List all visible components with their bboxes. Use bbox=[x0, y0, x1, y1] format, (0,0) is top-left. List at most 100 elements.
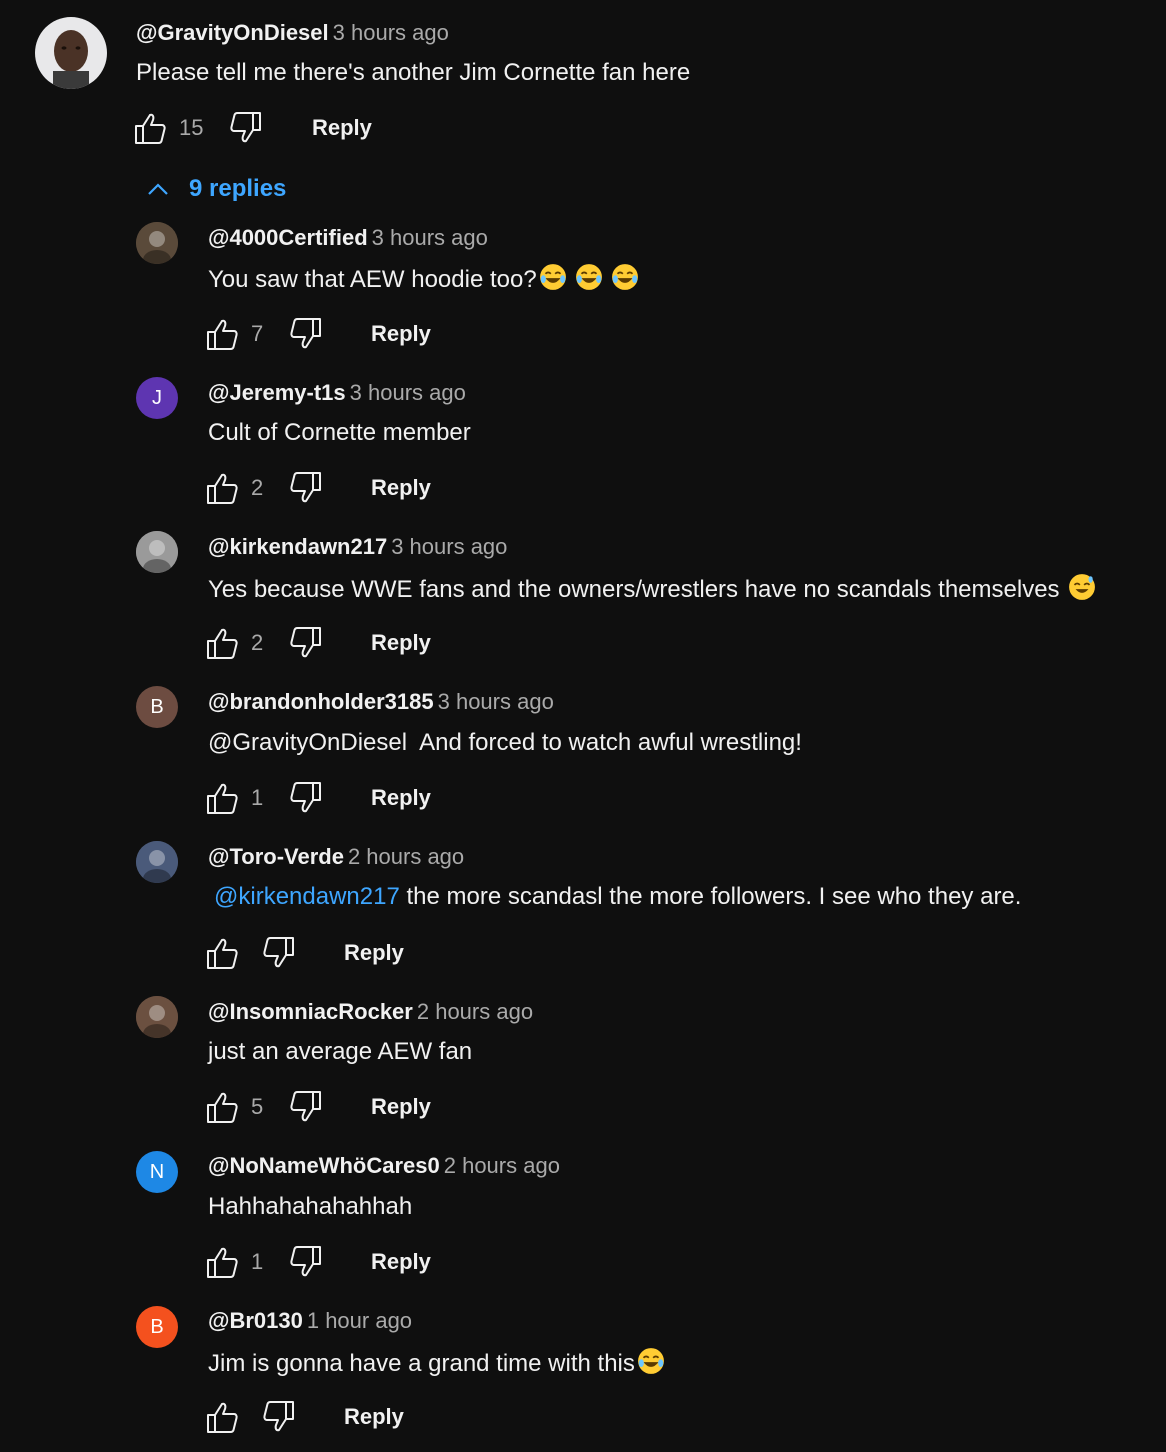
emoji-icon bbox=[611, 264, 638, 290]
comment-text: just an average AEW fan bbox=[208, 1037, 472, 1067]
comment-actions: Reply bbox=[204, 935, 444, 975]
avatar[interactable]: J bbox=[136, 377, 178, 419]
timestamp[interactable]: 3 hours ago bbox=[333, 20, 449, 45]
comment-text: Jim is gonna have a grand time with this bbox=[208, 1347, 665, 1379]
reply-button[interactable]: Reply bbox=[371, 629, 431, 657]
replies-count-label: 9 replies bbox=[189, 175, 287, 202]
comment-meta: @Jeremy-t1s 3 hours ago bbox=[208, 379, 466, 407]
comment-actions: 2 Reply bbox=[204, 625, 444, 665]
reply-button[interactable]: Reply bbox=[371, 320, 431, 348]
avatar[interactable] bbox=[35, 17, 107, 89]
like-icon[interactable] bbox=[204, 935, 240, 971]
comment-text: Please tell me there's another Jim Corne… bbox=[136, 59, 691, 86]
author-name[interactable]: @Toro-Verde bbox=[208, 844, 344, 869]
comment-meta: @NoNameWhöCares0 2 hours ago bbox=[208, 1152, 560, 1180]
comment-text-content: Cult of Cornette member bbox=[208, 419, 471, 446]
timestamp[interactable]: 3 hours ago bbox=[438, 689, 554, 714]
like-icon[interactable] bbox=[204, 470, 240, 506]
avatar[interactable]: B bbox=[136, 1306, 178, 1348]
like-count: 2 bbox=[251, 475, 264, 500]
timestamp[interactable]: 2 hours ago bbox=[444, 1153, 560, 1178]
timestamp[interactable]: 3 hours ago bbox=[350, 380, 466, 405]
reply-button[interactable]: Reply bbox=[312, 114, 372, 142]
author-name[interactable]: @GravityOnDiesel bbox=[136, 20, 329, 45]
comment-actions: Reply bbox=[204, 1399, 444, 1439]
emoji-icon bbox=[575, 264, 602, 290]
dislike-icon[interactable] bbox=[288, 1244, 324, 1280]
comment-meta: @4000Certified 3 hours ago bbox=[208, 224, 488, 252]
author-name[interactable]: @kirkendawn217 bbox=[208, 534, 387, 559]
author-name[interactable]: @NoNameWhöCares0 bbox=[208, 1153, 440, 1178]
dislike-icon[interactable] bbox=[228, 110, 264, 146]
reply-button[interactable]: Reply bbox=[371, 474, 431, 502]
avatar[interactable] bbox=[136, 996, 178, 1038]
comment-text: @GravityOnDiesel And forced to watch awf… bbox=[208, 728, 802, 758]
like-count: 7 bbox=[251, 321, 264, 346]
like-icon[interactable] bbox=[204, 1399, 240, 1435]
comment-actions: 5 Reply bbox=[204, 1089, 444, 1129]
author-name[interactable]: @Br0130 bbox=[208, 1308, 303, 1333]
avatar[interactable] bbox=[136, 222, 178, 264]
avatar[interactable] bbox=[136, 841, 178, 883]
comment-meta: @GravityOnDiesel 3 hours ago bbox=[136, 19, 449, 47]
dislike-icon[interactable] bbox=[288, 316, 324, 352]
dislike-icon[interactable] bbox=[261, 1399, 297, 1435]
comment-text: Yes because WWE fans and the owners/wres… bbox=[208, 573, 1096, 605]
dislike-icon[interactable] bbox=[288, 625, 324, 661]
comment-actions: 1 Reply bbox=[204, 780, 444, 820]
dislike-icon[interactable] bbox=[288, 780, 324, 816]
emoji-group bbox=[537, 264, 639, 293]
dislike-icon[interactable] bbox=[288, 1089, 324, 1125]
comment-text: Hahhahahahahhah bbox=[208, 1192, 412, 1222]
like-count: 1 bbox=[251, 1249, 264, 1274]
author-name[interactable]: @brandonholder3185 bbox=[208, 689, 434, 714]
like-icon[interactable] bbox=[132, 110, 168, 146]
timestamp[interactable]: 3 hours ago bbox=[372, 225, 488, 250]
like-icon[interactable] bbox=[204, 780, 240, 816]
like-icon[interactable] bbox=[204, 1089, 240, 1125]
author-name[interactable]: @4000Certified bbox=[208, 225, 368, 250]
comments-thread: @GravityOnDiesel 3 hours ago Please tell … bbox=[0, 0, 1166, 1452]
emoji-icon bbox=[539, 264, 566, 290]
like-count: 5 bbox=[251, 1094, 264, 1119]
avatar[interactable]: N bbox=[136, 1151, 178, 1193]
emoji-group bbox=[635, 1348, 665, 1377]
comment-text-content: @GravityOnDiesel And forced to watch awf… bbox=[208, 729, 802, 756]
emoji-group bbox=[1066, 574, 1096, 603]
profile-photo-icon bbox=[136, 531, 178, 573]
comment-meta: @kirkendawn217 3 hours ago bbox=[208, 533, 507, 561]
reply-button[interactable]: Reply bbox=[371, 1248, 431, 1276]
comment-meta: @brandonholder3185 3 hours ago bbox=[208, 688, 554, 716]
replies-toggle-button[interactable]: 9 replies bbox=[145, 172, 286, 206]
avatar[interactable]: B bbox=[136, 686, 178, 728]
comment-text-content: the more scandasl the more followers. I … bbox=[399, 883, 1022, 910]
mention-link[interactable]: @kirkendawn217 bbox=[214, 883, 400, 910]
dislike-icon[interactable] bbox=[288, 470, 324, 506]
avatar[interactable] bbox=[136, 531, 178, 573]
profile-photo-icon bbox=[136, 841, 178, 883]
profile-photo-icon bbox=[136, 222, 178, 264]
timestamp[interactable]: 2 hours ago bbox=[417, 999, 533, 1024]
author-name[interactable]: @InsomniacRocker bbox=[208, 999, 413, 1024]
comment-text: You saw that AEW hoodie too? bbox=[208, 263, 639, 295]
chevron-up-icon bbox=[148, 183, 168, 195]
comment-actions: 1 Reply bbox=[204, 1244, 444, 1284]
reply-button[interactable]: Reply bbox=[371, 1093, 431, 1121]
timestamp[interactable]: 3 hours ago bbox=[391, 534, 507, 559]
timestamp[interactable]: 1 hour ago bbox=[307, 1308, 412, 1333]
comment-text-content: You saw that AEW hoodie too? bbox=[208, 266, 537, 293]
dislike-icon[interactable] bbox=[261, 935, 297, 971]
reply-button[interactable]: Reply bbox=[371, 784, 431, 812]
comment-actions: 7 Reply bbox=[204, 316, 444, 356]
like-icon[interactable] bbox=[204, 625, 240, 661]
like-icon[interactable] bbox=[204, 1244, 240, 1280]
emoji-icon bbox=[637, 1348, 664, 1374]
reply-button[interactable]: Reply bbox=[344, 1403, 404, 1431]
timestamp[interactable]: 2 hours ago bbox=[348, 844, 464, 869]
author-name[interactable]: @Jeremy-t1s bbox=[208, 380, 346, 405]
like-icon[interactable] bbox=[204, 316, 240, 352]
comment-text-content: just an average AEW fan bbox=[208, 1038, 473, 1065]
reply-button[interactable]: Reply bbox=[344, 939, 404, 967]
comment-text: @kirkendawn217 the more scandasl the mor… bbox=[214, 882, 1021, 912]
comment-actions: 2 Reply bbox=[204, 470, 444, 510]
